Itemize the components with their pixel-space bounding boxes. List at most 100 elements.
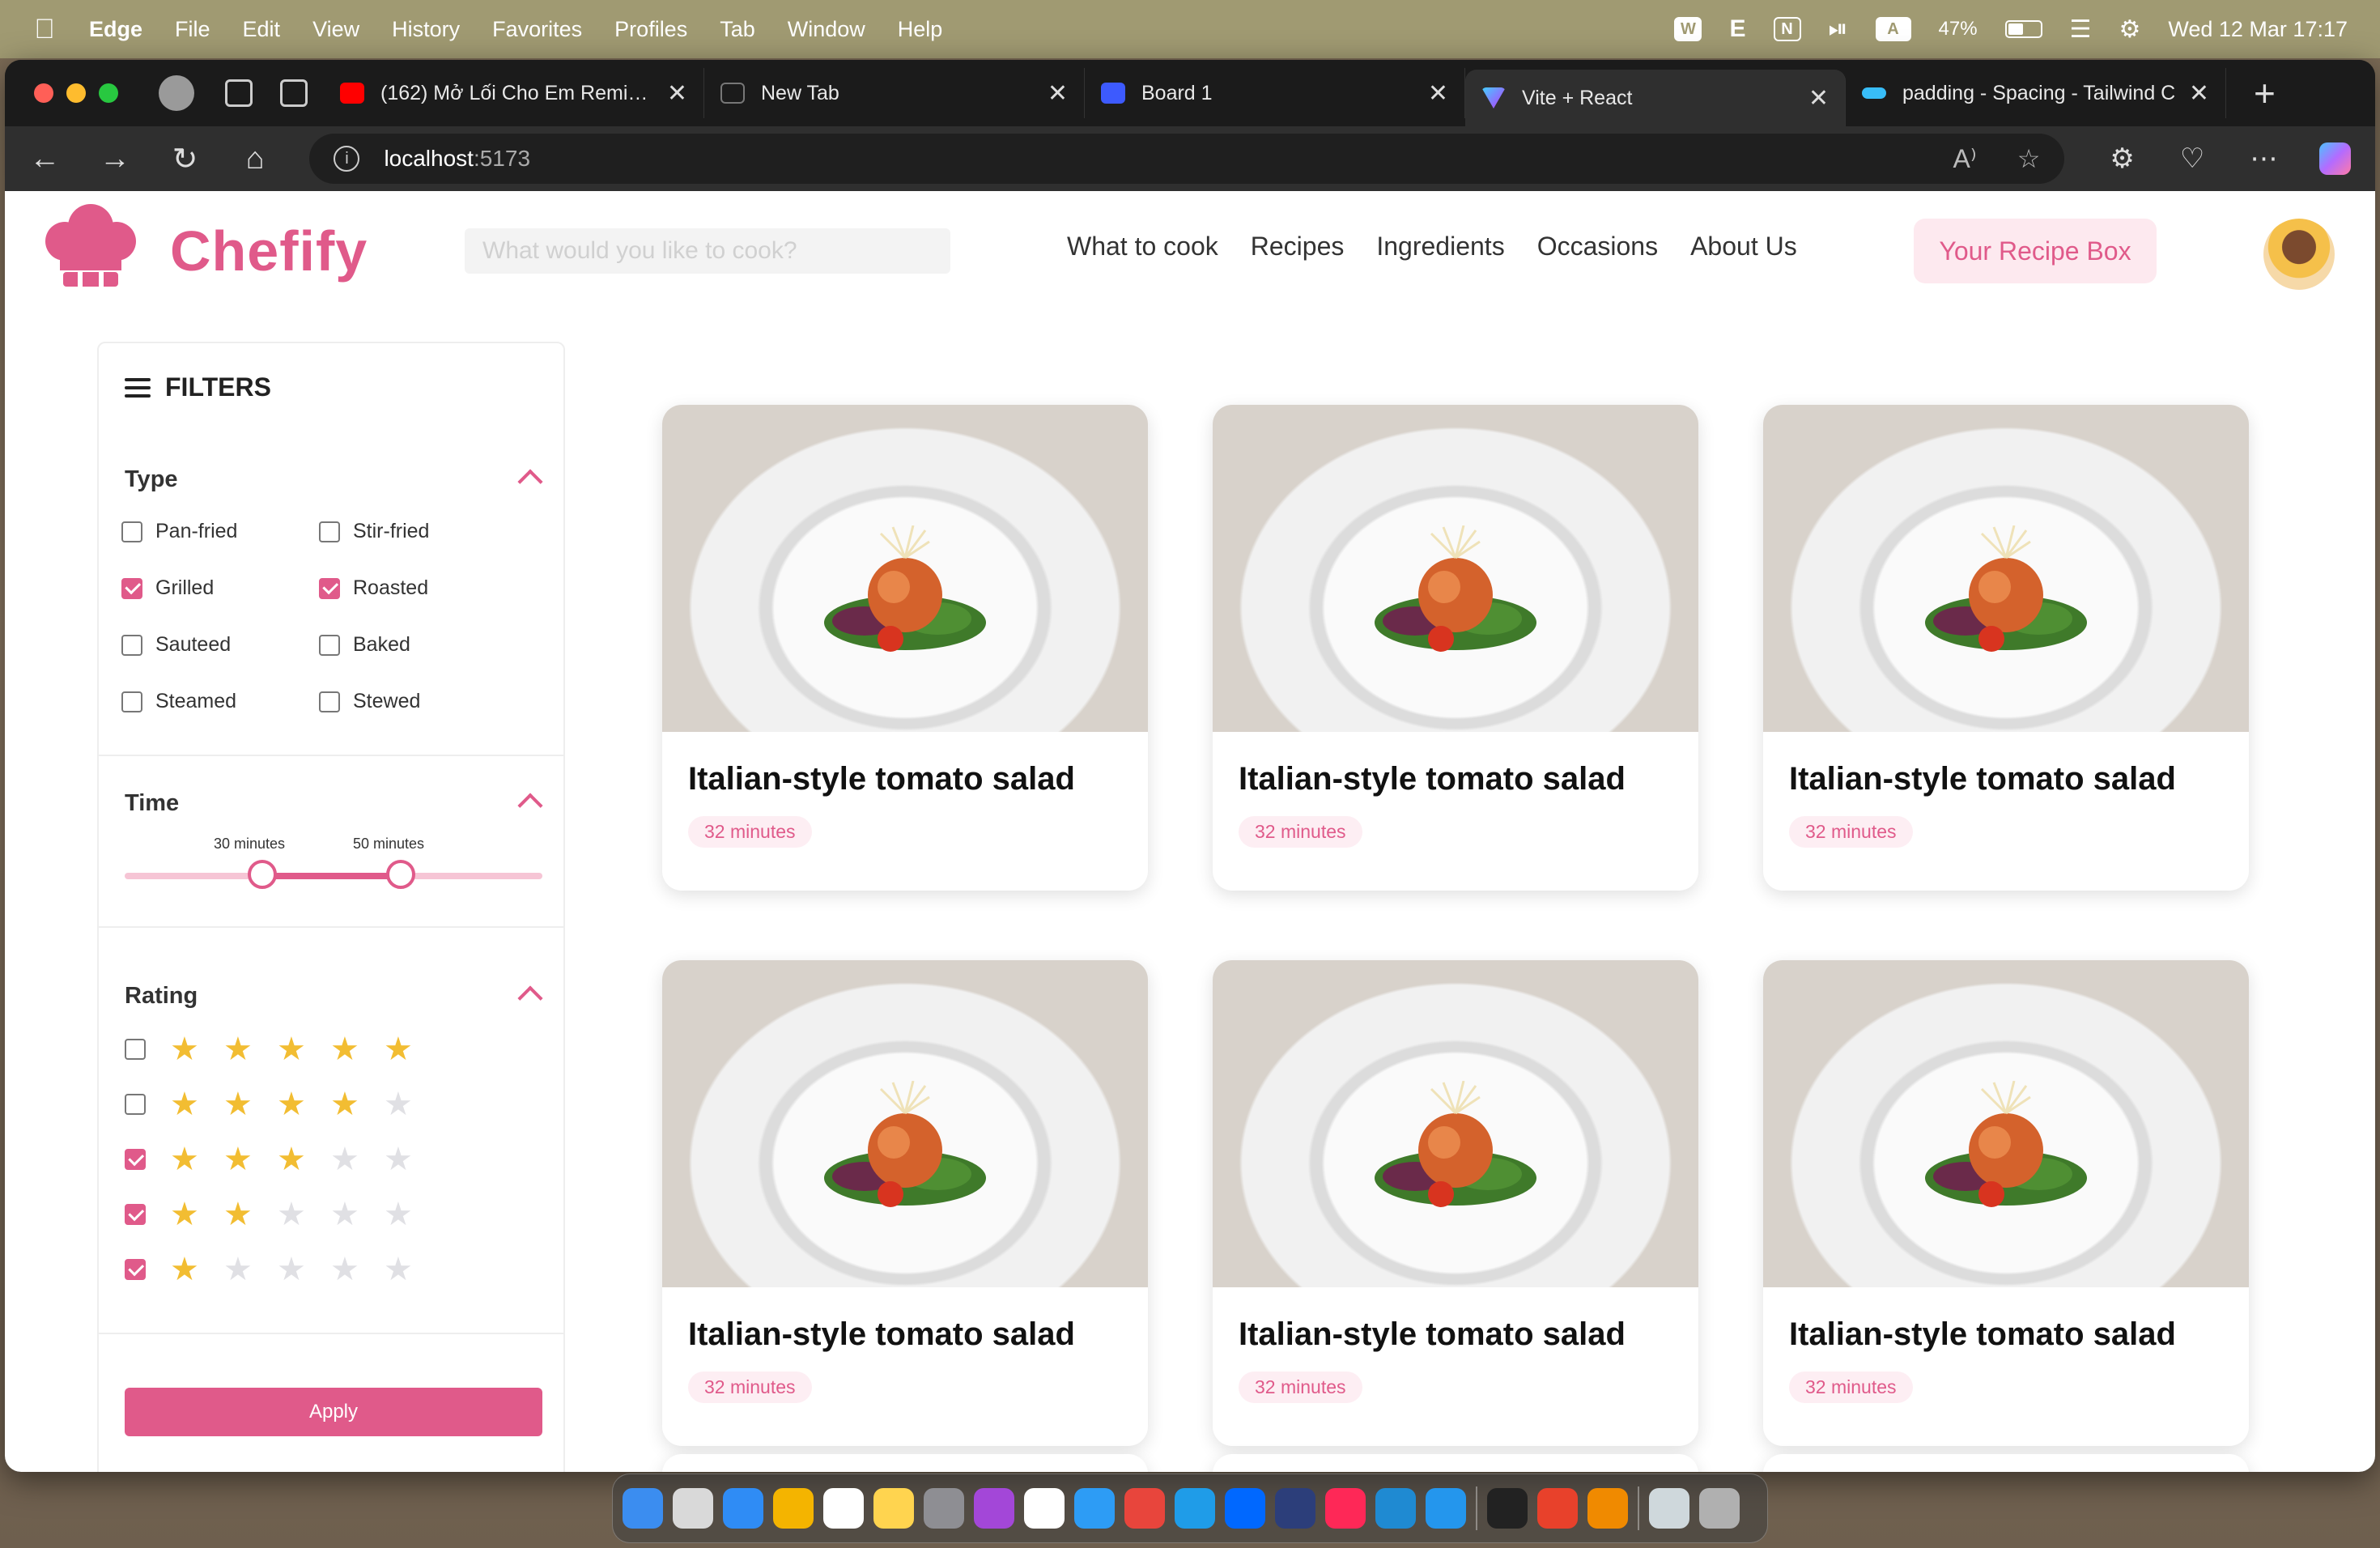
play-status-icon[interactable]: ⏯: [1829, 15, 1848, 43]
edge-icon[interactable]: [1175, 1488, 1215, 1529]
recipe-card[interactable]: Italian-style tomato salad 32 minutes: [1763, 405, 2249, 891]
checkbox[interactable]: [121, 634, 142, 656]
checkbox[interactable]: [125, 1039, 146, 1060]
menu-icon[interactable]: [125, 377, 151, 398]
menu-favorites[interactable]: Favorites: [492, 17, 582, 42]
copilot-icon[interactable]: [2319, 142, 2351, 175]
extensions-icon[interactable]: ⚙: [2110, 142, 2134, 175]
input-source-icon[interactable]: A: [1875, 17, 1911, 41]
e-status-icon[interactable]: E: [1729, 15, 1745, 43]
intellij-icon[interactable]: [1325, 1488, 1366, 1529]
notion-status-icon[interactable]: N: [1773, 17, 1801, 41]
vlc-icon[interactable]: [1587, 1488, 1628, 1529]
chef-hat-logo-icon[interactable]: [45, 202, 136, 290]
zoom-window-button[interactable]: [99, 83, 118, 103]
recipe-name[interactable]: Italian-style tomato salad: [1789, 1316, 2176, 1353]
recipe-image[interactable]: [1213, 405, 1698, 732]
time-range-slider[interactable]: [125, 860, 542, 889]
time-min-handle[interactable]: [248, 860, 278, 889]
chevron-up-icon[interactable]: [517, 985, 543, 1011]
type-option[interactable]: Sauteed: [121, 633, 231, 657]
tab-new-tab[interactable]: New Tab ✕: [704, 68, 1085, 118]
recipe-card[interactable]: Italian-style tomato salad 32 minutes: [1213, 960, 1698, 1446]
close-tab-icon[interactable]: ✕: [667, 79, 687, 108]
tab-board[interactable]: Board 1 ✕: [1085, 68, 1465, 118]
recipe-card-partial[interactable]: [662, 1454, 1148, 1472]
recipe-card[interactable]: Italian-style tomato salad 32 minutes: [662, 405, 1148, 891]
notion-icon[interactable]: [1024, 1488, 1065, 1529]
rating-option[interactable]: ★ ★ ★ ★ ★: [125, 1033, 437, 1065]
menu-file[interactable]: File: [175, 17, 210, 42]
type-option[interactable]: Baked: [319, 633, 410, 657]
terminal-icon[interactable]: [1487, 1488, 1528, 1529]
recipe-box-button[interactable]: Your Recipe Box: [1914, 219, 2157, 283]
close-tab-icon[interactable]: ✕: [2189, 79, 2209, 108]
control-center-icon[interactable]: ⚙: [2119, 15, 2140, 44]
checkbox[interactable]: [319, 691, 340, 712]
recipe-name[interactable]: Italian-style tomato salad: [1239, 1316, 1626, 1353]
forward-icon[interactable]: →: [100, 142, 131, 176]
type-option[interactable]: Stewed: [319, 690, 420, 713]
nav-ingredients[interactable]: Ingredients: [1376, 232, 1504, 262]
menu-help[interactable]: Help: [898, 17, 943, 42]
clock[interactable]: Wed 12 Mar 17:17: [2168, 17, 2348, 42]
trash-icon[interactable]: [1699, 1488, 1740, 1529]
tab-tailwind[interactable]: padding - Spacing - Tailwind C ✕: [1846, 68, 2226, 118]
checkbox[interactable]: [125, 1204, 146, 1225]
recipe-image[interactable]: [1763, 960, 2249, 1287]
menu-tab[interactable]: Tab: [720, 17, 755, 42]
finder-icon[interactable]: [623, 1488, 663, 1529]
checkbox[interactable]: [125, 1259, 146, 1280]
close-window-button[interactable]: [34, 83, 53, 103]
checkbox[interactable]: [319, 577, 340, 599]
proton-icon[interactable]: [1275, 1488, 1315, 1529]
rating-option[interactable]: ★ ★ ★ ★ ★: [125, 1143, 437, 1176]
url-field[interactable]: i localhost:5173 A⁾ ☆: [309, 134, 2065, 184]
type-option[interactable]: Pan-fried: [121, 520, 237, 543]
chevron-up-icon[interactable]: [517, 793, 543, 819]
checkbox[interactable]: [121, 691, 142, 712]
nav-occasions[interactable]: Occasions: [1537, 232, 1658, 262]
recipe-name[interactable]: Italian-style tomato salad: [1239, 761, 1626, 797]
close-tab-icon[interactable]: ✕: [1428, 79, 1448, 108]
notes-icon[interactable]: [873, 1488, 914, 1529]
system-settings-icon[interactable]: [924, 1488, 964, 1529]
recipe-search-input[interactable]: [465, 228, 950, 274]
recipe-name[interactable]: Italian-style tomato salad: [688, 1316, 1075, 1353]
recipe-card[interactable]: Italian-style tomato salad 32 minutes: [662, 960, 1148, 1446]
checkbox[interactable]: [121, 521, 142, 542]
apple-icon[interactable]: : [32, 14, 57, 45]
menu-profiles[interactable]: Profiles: [614, 17, 687, 42]
more-menu-icon[interactable]: ⋯: [2250, 142, 2277, 175]
type-option[interactable]: Grilled: [121, 576, 214, 600]
nav-about-us[interactable]: About Us: [1690, 232, 1797, 262]
chrome-icon[interactable]: [1124, 1488, 1165, 1529]
logo-text[interactable]: Chefify: [170, 219, 368, 283]
time-max-handle[interactable]: [385, 860, 415, 889]
rating-option[interactable]: ★ ★ ★ ★ ★: [125, 1088, 437, 1121]
chevron-up-icon[interactable]: [517, 469, 543, 495]
close-tab-icon[interactable]: ✕: [1048, 79, 1068, 108]
battery-icon[interactable]: [2004, 20, 2042, 38]
favorite-star-icon[interactable]: ☆: [2017, 143, 2041, 174]
recipe-name[interactable]: Italian-style tomato salad: [1789, 761, 2176, 797]
apply-filters-button[interactable]: Apply: [125, 1388, 542, 1436]
minimize-window-button[interactable]: [66, 83, 86, 103]
zalo-icon[interactable]: [1225, 1488, 1265, 1529]
app-store-icon[interactable]: [723, 1488, 763, 1529]
recipe-image[interactable]: [662, 405, 1148, 732]
profile-avatar-icon[interactable]: [159, 75, 194, 111]
checkbox[interactable]: [319, 634, 340, 656]
recipe-image[interactable]: [1213, 960, 1698, 1287]
podcasts-icon[interactable]: [974, 1488, 1014, 1529]
home-icon[interactable]: ⌂: [240, 142, 271, 176]
refresh-icon[interactable]: ↻: [169, 141, 201, 177]
tab-actions-icon[interactable]: [280, 79, 308, 107]
checkbox[interactable]: [125, 1149, 146, 1170]
calendar-icon[interactable]: [823, 1488, 864, 1529]
back-icon[interactable]: ←: [29, 142, 61, 176]
new-tab-button[interactable]: +: [2254, 71, 2276, 115]
recipe-image[interactable]: [662, 960, 1148, 1287]
menu-view[interactable]: View: [312, 17, 359, 42]
docker-icon[interactable]: [1426, 1488, 1466, 1529]
